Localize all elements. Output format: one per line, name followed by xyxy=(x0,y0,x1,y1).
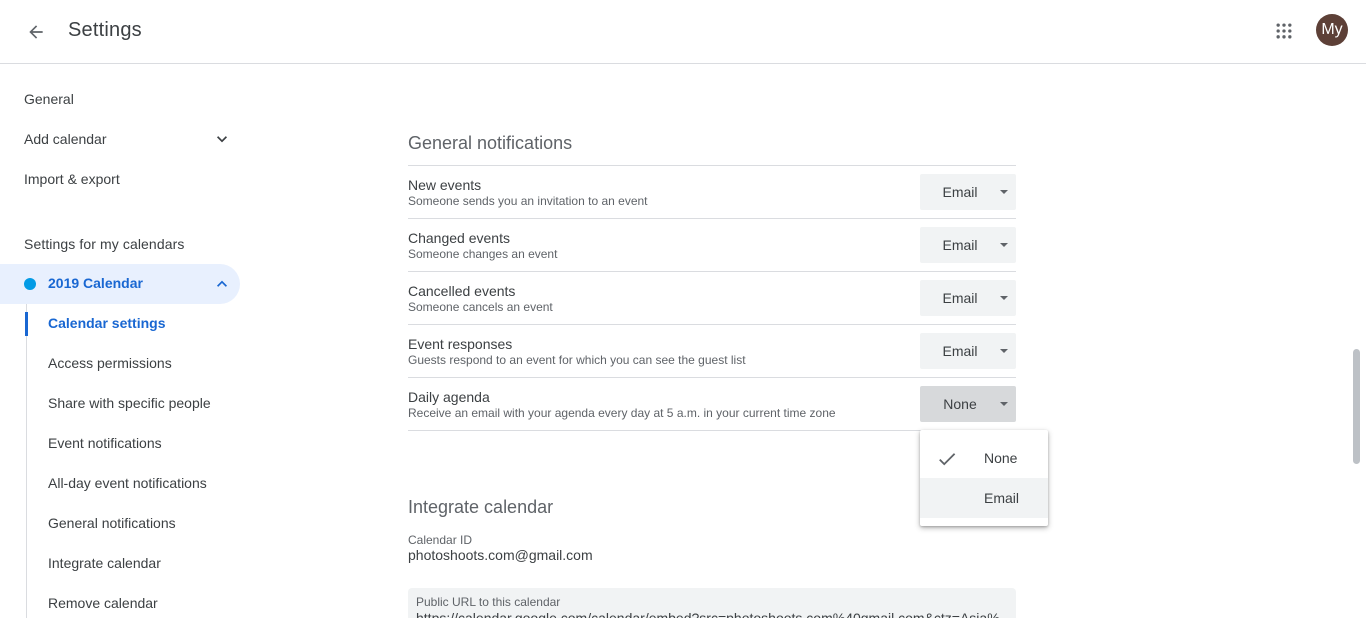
row-title: Cancelled events xyxy=(408,283,516,299)
select-value: None xyxy=(943,396,977,412)
sidebar-item-remove-calendar[interactable]: Remove calendar xyxy=(48,595,158,611)
public-url-field[interactable]: Public URL to this calendar https://cale… xyxy=(408,588,1016,618)
notification-select[interactable]: Email xyxy=(920,174,1016,210)
sidebar-item-all-day-event-notifications[interactable]: All-day event notifications xyxy=(48,475,207,491)
calendar-id-label: Calendar ID xyxy=(408,533,473,547)
dropdown-arrow-icon xyxy=(1000,349,1008,353)
select-value: Email xyxy=(942,290,978,306)
sidebar-item-2019-calendar[interactable]: 2019 Calendar xyxy=(0,264,240,304)
row-title: Event responses xyxy=(408,336,513,352)
chevron-down-icon xyxy=(217,136,227,143)
sidebar-item-label: Add calendar xyxy=(24,131,107,147)
scrollbar-thumb[interactable] xyxy=(1353,349,1360,464)
notification-row-cancelled-events: Cancelled events Someone cancels an even… xyxy=(408,271,1016,324)
row-title: New events xyxy=(408,177,482,193)
sidebar-section-title: Settings for my calendars xyxy=(24,236,185,252)
menu-option-label: None xyxy=(984,450,1018,466)
sidebar-item-event-notifications[interactable]: Event notifications xyxy=(48,435,162,451)
notification-select[interactable]: None xyxy=(920,386,1016,422)
page-scrollbar[interactable] xyxy=(1352,64,1366,618)
top-app-bar: Settings My xyxy=(0,0,1366,64)
sub-nav-line xyxy=(26,304,27,618)
row-title: Daily agenda xyxy=(408,389,490,405)
dropdown-arrow-icon xyxy=(1000,296,1008,300)
row-description: Guests respond to an event for which you… xyxy=(408,353,746,367)
row-description: Someone changes an event xyxy=(408,247,558,261)
menu-option-none[interactable]: None xyxy=(920,438,1048,478)
row-description: Someone cancels an event xyxy=(408,300,553,314)
select-value: Email xyxy=(942,343,978,359)
dropdown-arrow-icon xyxy=(1000,402,1008,406)
calendar-name: 2019 Calendar xyxy=(48,275,143,291)
page-title: Settings xyxy=(68,19,142,41)
checkmark-icon xyxy=(939,453,956,466)
sidebar-item-general[interactable]: General xyxy=(0,79,240,119)
notification-row-new-events: New events Someone sends you an invitati… xyxy=(408,165,1016,218)
integrate-calendar-heading: Integrate calendar xyxy=(408,497,554,517)
notification-options-menu: None Email xyxy=(920,430,1048,526)
select-value: Email xyxy=(942,237,978,253)
row-description: Someone sends you an invitation to an ev… xyxy=(408,194,648,208)
notification-select[interactable]: Email xyxy=(920,333,1016,369)
apps-grid-icon xyxy=(1276,23,1292,39)
apps-button[interactable] xyxy=(1264,11,1304,51)
dropdown-arrow-icon xyxy=(1000,190,1008,194)
settings-sidebar: General Add calendar Import & export Set… xyxy=(0,64,256,618)
sidebar-item-integrate-calendar[interactable]: Integrate calendar xyxy=(48,555,161,571)
back-button[interactable] xyxy=(16,12,56,52)
row-description: Receive an email with your agenda every … xyxy=(408,406,836,420)
notification-row-changed-events: Changed events Someone changes an event … xyxy=(408,218,1016,271)
notification-select[interactable]: Email xyxy=(920,280,1016,316)
menu-option-label: Email xyxy=(984,490,1020,506)
account-avatar[interactable]: My xyxy=(1316,14,1348,46)
sidebar-item-import-export[interactable]: Import & export xyxy=(0,159,240,199)
public-url-value: https://calendar.google.com/calendar/emb… xyxy=(416,610,1000,618)
sidebar-item-add-calendar[interactable]: Add calendar xyxy=(0,119,240,159)
notification-row-daily-agenda: Daily agenda Receive an email with your … xyxy=(408,377,1016,430)
notification-select[interactable]: Email xyxy=(920,227,1016,263)
sidebar-item-general-notifications[interactable]: General notifications xyxy=(48,515,176,531)
sidebar-item-label: Import & export xyxy=(24,171,120,187)
public-url-label: Public URL to this calendar xyxy=(416,595,561,609)
dropdown-arrow-icon xyxy=(1000,243,1008,247)
active-indicator xyxy=(25,312,28,336)
calendar-id-value: photoshoots.com@gmail.com xyxy=(408,547,593,563)
sidebar-item-access-permissions[interactable]: Access permissions xyxy=(48,355,172,371)
general-notifications-heading: General notifications xyxy=(408,133,573,153)
arrow-back-icon xyxy=(29,25,43,39)
notification-row-event-responses: Event responses Guests respond to an eve… xyxy=(408,324,1016,377)
calendar-color-dot xyxy=(24,278,36,290)
menu-option-email[interactable]: Email xyxy=(920,478,1048,518)
sidebar-item-share-with-specific-people[interactable]: Share with specific people xyxy=(48,395,211,411)
sidebar-item-calendar-settings[interactable]: Calendar settings xyxy=(48,315,165,331)
select-value: Email xyxy=(942,184,978,200)
row-title: Changed events xyxy=(408,230,510,246)
sidebar-item-label: General xyxy=(24,91,74,107)
chevron-up-icon xyxy=(217,280,227,287)
